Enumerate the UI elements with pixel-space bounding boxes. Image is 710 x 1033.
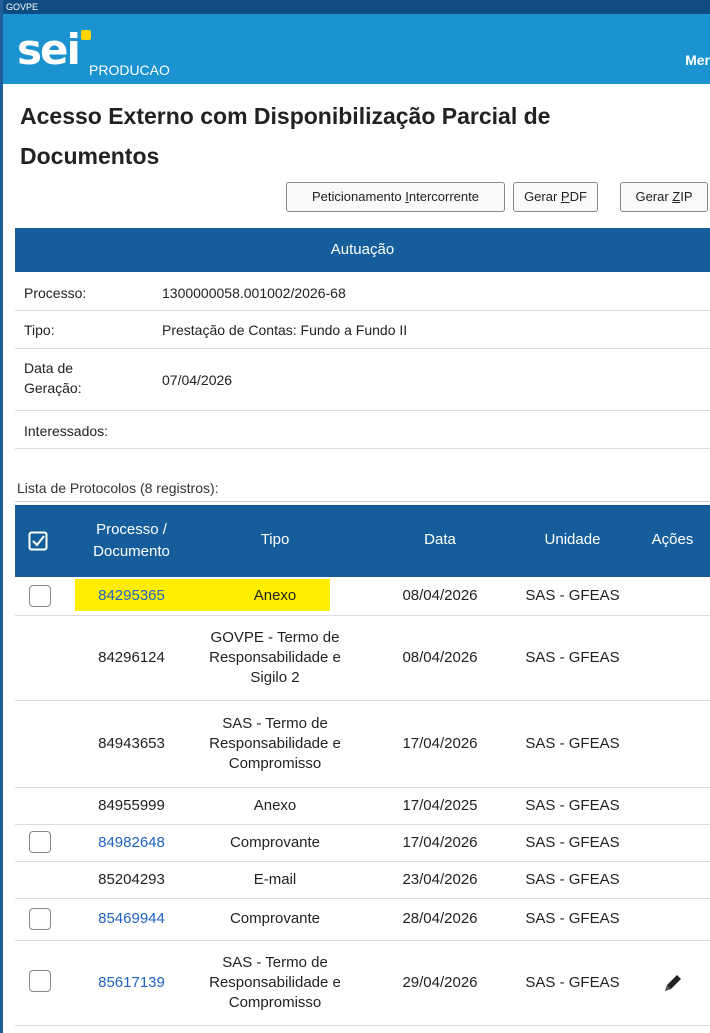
peticionamento-intercorrente-button[interactable]: Peticionamento Intercorrente bbox=[286, 182, 505, 212]
btn-label-accesskey: P bbox=[560, 189, 570, 204]
sei-logo[interactable]: sei bbox=[17, 25, 91, 74]
row-checkbox[interactable] bbox=[29, 908, 51, 930]
table-row: 84955999 Anexo 17/04/2025 SAS - GFEAS bbox=[15, 787, 710, 825]
row-unidade: SAS - GFEAS bbox=[525, 870, 620, 888]
row-documento: 84943653 bbox=[98, 734, 165, 752]
environment-label: PRODUCAO bbox=[89, 62, 170, 78]
row-documento: 85204293 bbox=[98, 870, 165, 888]
document-link[interactable]: 84982648 bbox=[75, 824, 188, 861]
row-tipo: Anexo bbox=[253, 587, 297, 604]
col-header-documento[interactable]: Processo / Documento bbox=[75, 519, 188, 563]
logo-mark-icon bbox=[80, 30, 91, 40]
window-left-border bbox=[0, 0, 3, 1033]
col-header-data[interactable]: Data bbox=[375, 531, 505, 548]
divider bbox=[15, 501, 710, 502]
col-header-acoes: Ações bbox=[651, 531, 694, 548]
logo-text: sei bbox=[17, 25, 81, 74]
select-all-checkbox-icon[interactable] bbox=[28, 531, 48, 551]
row-tipo: Comprovante bbox=[229, 910, 321, 927]
row-tipo: E-mail bbox=[253, 870, 297, 888]
btn-label-part: Gerar bbox=[524, 189, 561, 204]
autuacao-row-processo: Processo: 1300000058.001002/2026-68 bbox=[15, 272, 710, 311]
row-unidade: SAS - GFEAS bbox=[525, 796, 620, 814]
autuacao-row-interessados: Interessados: bbox=[15, 410, 710, 449]
row-checkbox[interactable] bbox=[29, 585, 51, 607]
edit-pencil-icon[interactable] bbox=[662, 972, 684, 994]
org-label: GOVPE bbox=[6, 2, 39, 12]
row-data: 28/04/2026 bbox=[402, 910, 478, 927]
autuacao-row-tipo: Tipo: Prestação de Contas: Fundo a Fundo… bbox=[15, 310, 710, 349]
btn-label-part: Gerar bbox=[635, 189, 673, 204]
row-checkbox[interactable] bbox=[29, 970, 51, 992]
row-tipo: Anexo bbox=[253, 796, 297, 814]
table-row: 85469944 Comprovante 28/04/2026 SAS - GF… bbox=[15, 898, 710, 941]
info-label: Processo: bbox=[24, 285, 87, 301]
row-unidade: SAS - GFEAS bbox=[525, 648, 620, 666]
info-label: Tipo: bbox=[24, 322, 55, 338]
gerar-pdf-button[interactable]: Gerar PDF bbox=[513, 182, 598, 212]
btn-label-part: IP bbox=[680, 189, 693, 204]
autuacao-header: Autuação bbox=[15, 228, 710, 272]
info-label: Interessados: bbox=[24, 423, 109, 439]
row-tipo: Comprovante bbox=[229, 833, 321, 851]
row-data: 29/04/2026 bbox=[402, 973, 478, 991]
btn-label-part: DF bbox=[569, 189, 587, 204]
row-data: 17/04/2025 bbox=[402, 796, 478, 814]
row-unidade: SAS - GFEAS bbox=[525, 973, 620, 991]
menu-button[interactable]: Mer bbox=[685, 52, 710, 68]
table-row: 85617139 SAS - Termo de Responsabilidade… bbox=[15, 940, 710, 1026]
info-label: Data de Geração: bbox=[24, 360, 82, 396]
row-data: 17/04/2026 bbox=[402, 833, 478, 851]
top-org-bar: GOVPE bbox=[3, 0, 710, 14]
row-documento: 84296124 bbox=[98, 648, 165, 666]
row-data: 08/04/2026 bbox=[402, 648, 478, 666]
row-unidade: SAS - GFEAS bbox=[525, 587, 620, 604]
row-data: 17/04/2026 bbox=[402, 734, 478, 752]
row-tipo: SAS - Termo de Responsabilidade e Compro… bbox=[209, 953, 341, 1011]
info-value: Prestação de Contas: Fundo a Fundo II bbox=[162, 322, 408, 338]
row-data: 08/04/2026 bbox=[402, 587, 478, 604]
col-header-tipo[interactable]: Tipo bbox=[195, 531, 355, 548]
document-link[interactable]: 85617139 bbox=[75, 940, 188, 1025]
app-header: sei PRODUCAO Mer bbox=[3, 14, 710, 84]
info-value: 07/04/2026 bbox=[162, 372, 233, 388]
autuacao-row-data-geracao: Data de Geração: 07/04/2026 bbox=[15, 348, 710, 411]
row-unidade: SAS - GFEAS bbox=[525, 833, 620, 851]
row-tipo: GOVPE - Termo de Responsabilidade e Sigi… bbox=[209, 628, 341, 686]
row-tipo: SAS - Termo de Responsabilidade e Compro… bbox=[209, 714, 341, 772]
document-link[interactable]: 85469944 bbox=[75, 898, 188, 940]
table-row: 84982648 Comprovante 17/04/2026 SAS - GF… bbox=[15, 824, 710, 862]
gerar-zip-button[interactable]: Gerar ZIP bbox=[620, 182, 708, 212]
row-unidade: SAS - GFEAS bbox=[525, 734, 620, 752]
table-row: 84295365 Anexo 08/04/2026 SAS - GFEAS bbox=[15, 577, 710, 616]
lista-protocolos-caption: Lista de Protocolos (8 registros): bbox=[17, 480, 219, 496]
info-value: 1300000058.001002/2026-68 bbox=[162, 285, 346, 301]
table-row: 84943653 SAS - Termo de Responsabilidade… bbox=[15, 700, 710, 788]
table-row: 84296124 GOVPE - Termo de Responsabilida… bbox=[15, 615, 710, 701]
btn-label-part: ntercorrente bbox=[408, 189, 479, 204]
row-data: 23/04/2026 bbox=[402, 870, 478, 888]
row-checkbox[interactable] bbox=[29, 831, 51, 853]
row-unidade: SAS - GFEAS bbox=[525, 910, 620, 927]
table-row: 85204293 E-mail 23/04/2026 SAS - GFEAS bbox=[15, 861, 710, 899]
row-acoes bbox=[635, 940, 710, 1025]
protocolos-table-header: Processo / Documento Tipo Data Unidade A… bbox=[15, 505, 710, 577]
row-documento: 84955999 bbox=[98, 796, 165, 814]
btn-label-part: Peticionamento bbox=[312, 189, 406, 204]
col-header-unidade[interactable]: Unidade bbox=[510, 531, 635, 548]
document-link[interactable]: 84295365 bbox=[75, 577, 188, 615]
page-title: Acesso Externo com Disponibilização Parc… bbox=[20, 103, 551, 169]
